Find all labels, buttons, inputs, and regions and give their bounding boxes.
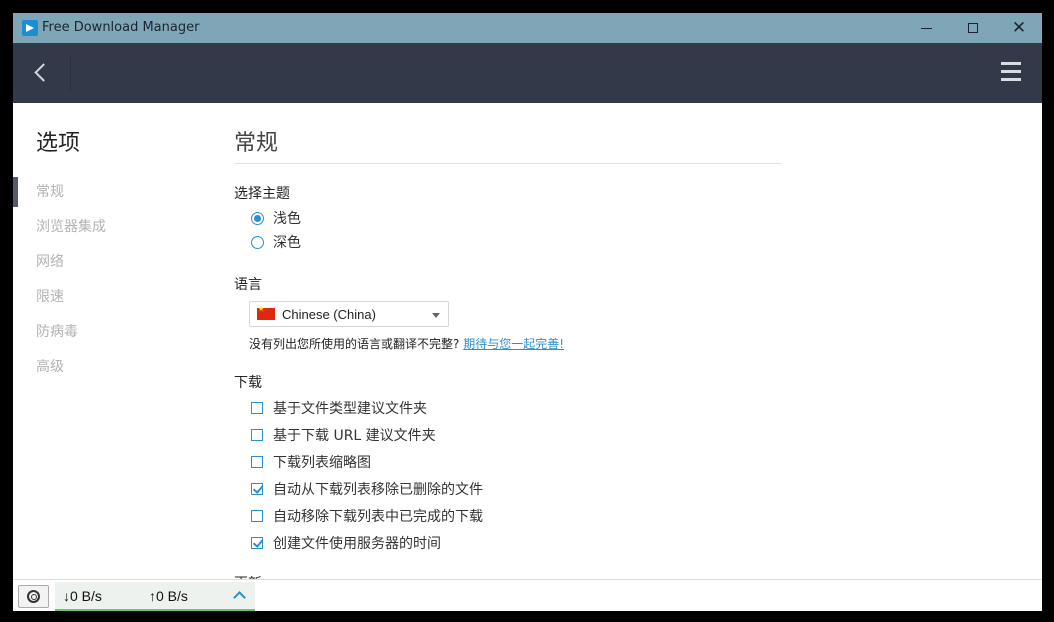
title-bar: Free Download Manager ✕ xyxy=(13,13,1042,43)
auto-remove-completed-checkbox[interactable]: 自动移除下载列表中已完成的下载 xyxy=(251,506,483,526)
checkbox-label: 自动移除下载列表中已完成的下载 xyxy=(273,509,483,525)
section-divider xyxy=(234,163,782,164)
chevron-up-icon[interactable] xyxy=(233,590,245,600)
radio-checked-icon xyxy=(251,211,264,225)
checkbox-label: 自动从下载列表移除已删除的文件 xyxy=(273,482,483,498)
checkbox-label: 创建文件使用服务器的时间 xyxy=(273,536,441,552)
theme-dark-label: 深色 xyxy=(273,235,301,251)
maximize-icon xyxy=(968,23,978,33)
dropdown-arrow-icon xyxy=(432,313,440,318)
page-title: 选项 xyxy=(36,131,81,156)
checkbox-unchecked-icon xyxy=(251,402,263,414)
checkbox-checked-icon xyxy=(251,483,263,495)
nav-item-browser-integration[interactable]: 浏览器集成 xyxy=(13,212,193,247)
minimize-icon xyxy=(920,27,932,29)
nav-item-network[interactable]: 网络 xyxy=(13,247,193,282)
language-note-text: 没有列出您所使用的语言或翻译不完整? xyxy=(249,337,460,351)
app-window: Free Download Manager ✕ 选项 常规 浏览器集成 网络 限… xyxy=(13,13,1042,611)
translate-help-link[interactable]: 期待与您一起完善! xyxy=(463,337,564,351)
radio-unchecked-icon xyxy=(251,235,264,249)
checkbox-label: 基于文件类型建议文件夹 xyxy=(273,401,427,417)
nav-item-general[interactable]: 常规 xyxy=(13,177,193,212)
checkbox-checked-icon xyxy=(251,537,263,549)
close-icon: ✕ xyxy=(1011,17,1027,38)
hamburger-menu-icon[interactable] xyxy=(1001,62,1023,82)
status-bar: ↓0 B/s ↑0 B/s xyxy=(13,579,1042,611)
suggest-folder-by-url-checkbox[interactable]: 基于下载 URL 建议文件夹 xyxy=(251,425,436,445)
settings-nav: 常规 浏览器集成 网络 限速 防病毒 高级 xyxy=(13,177,193,387)
nav-item-speed-limit[interactable]: 限速 xyxy=(13,282,193,317)
language-select[interactable]: Chinese (China) xyxy=(249,301,449,327)
download-label: 下载 xyxy=(234,375,262,391)
theme-label: 选择主题 xyxy=(234,186,290,202)
minimize-button[interactable] xyxy=(903,13,949,43)
nav-item-antivirus[interactable]: 防病毒 xyxy=(13,317,193,352)
theme-dark-radio[interactable]: 深色 xyxy=(251,232,301,252)
china-flag-icon xyxy=(257,305,275,320)
toolbar-divider xyxy=(70,57,71,91)
checkbox-unchecked-icon xyxy=(251,429,263,441)
theme-light-radio[interactable]: 浅色 xyxy=(251,208,301,228)
section-title: 常规 xyxy=(234,131,279,156)
snail-mode-button[interactable] xyxy=(18,585,49,608)
toolbar xyxy=(13,43,1042,103)
auto-remove-deleted-checkbox[interactable]: 自动从下载列表移除已删除的文件 xyxy=(251,479,483,499)
settings-content: 选项 常规 浏览器集成 网络 限速 防病毒 高级 常规 选择主题 浅色 深色 语… xyxy=(13,103,1042,579)
checkbox-label: 基于下载 URL 建议文件夹 xyxy=(273,428,436,444)
app-logo-icon xyxy=(22,20,38,36)
language-selected-value: Chinese (China) xyxy=(282,306,376,322)
upload-speed: ↑0 B/s xyxy=(149,588,188,604)
suggest-folder-by-type-checkbox[interactable]: 基于文件类型建议文件夹 xyxy=(251,398,427,418)
theme-light-label: 浅色 xyxy=(273,211,301,227)
snail-icon xyxy=(27,590,40,603)
checkbox-label: 下载列表缩略图 xyxy=(273,455,371,471)
maximize-button[interactable] xyxy=(950,13,996,43)
list-thumbnails-checkbox[interactable]: 下载列表缩略图 xyxy=(251,452,371,472)
checkbox-unchecked-icon xyxy=(251,510,263,522)
back-arrow-icon[interactable] xyxy=(31,60,53,86)
use-server-time-checkbox[interactable]: 创建文件使用服务器的时间 xyxy=(251,533,441,553)
download-speed: ↓0 B/s xyxy=(63,588,102,604)
speed-panel: ↓0 B/s ↑0 B/s xyxy=(55,582,255,611)
nav-item-advanced[interactable]: 高级 xyxy=(13,352,193,387)
window-title: Free Download Manager xyxy=(42,20,200,35)
checkbox-unchecked-icon xyxy=(251,456,263,468)
close-button[interactable]: ✕ xyxy=(996,13,1042,43)
language-label: 语言 xyxy=(234,277,262,293)
language-note: 没有列出您所使用的语言或翻译不完整? 期待与您一起完善! xyxy=(249,335,564,352)
